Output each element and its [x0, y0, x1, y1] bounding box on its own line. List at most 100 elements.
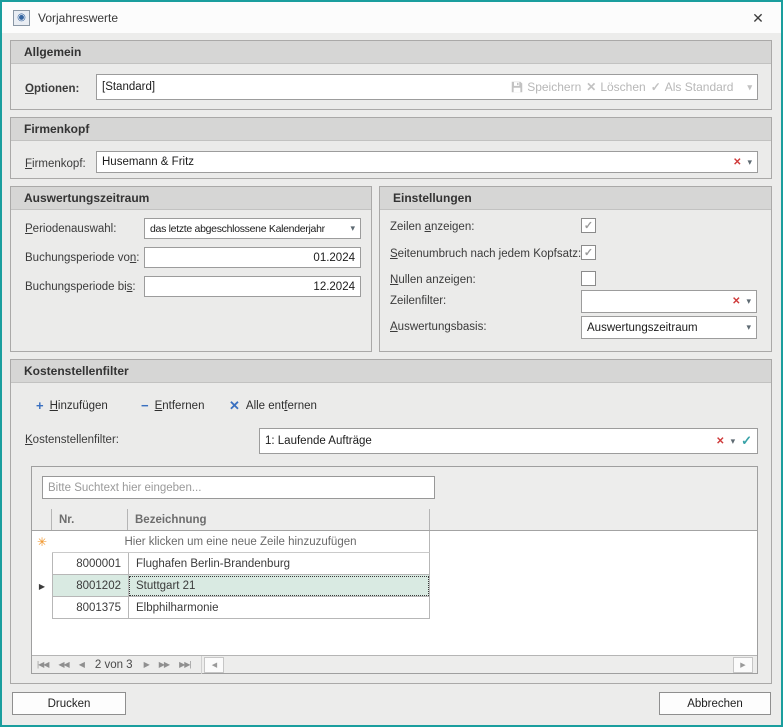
buchungsperiode-bis-value: 12.2024: [313, 280, 355, 293]
clear-x-icon[interactable]: ✕: [732, 296, 740, 307]
pager-prev-page-button[interactable]: ◀◀: [53, 660, 73, 669]
row-bezeichnung[interactable]: Elbphilharmonie: [128, 597, 430, 619]
buchungsperiode-bis-label: Buchungsperiode bis:: [25, 281, 136, 293]
nullen-anzeigen-label: Nullen anzeigen:: [390, 274, 476, 286]
loeschen-button[interactable]: ✕ Löschen: [586, 80, 645, 94]
firmenkopf-combobox[interactable]: Husemann & Fritz ✕ ▾: [96, 151, 758, 173]
kostenstellenfilter-value: 1: Laufende Aufträge: [265, 435, 372, 447]
buchungsperiode-bis-field[interactable]: 12.2024: [144, 276, 361, 297]
entfernen-button[interactable]: − Entfernen: [141, 398, 204, 413]
grid-header-nr[interactable]: Nr.: [52, 509, 128, 530]
optionen-label: Optionen:: [25, 83, 80, 95]
auswertungsbasis-dropdown[interactable]: Auswertungszeitraum ▾: [581, 316, 757, 339]
seitenumbruch-label: Seitenumbruch nach jedem Kopfsatz:: [390, 248, 582, 260]
pager-next-button[interactable]: ▶: [139, 660, 154, 669]
chevron-down-icon[interactable]: ▾: [746, 322, 751, 333]
zeilen-anzeigen-label: Zeilen anzeigen:: [390, 221, 475, 233]
row-indicator: [32, 553, 52, 575]
row-nr[interactable]: 8001375: [52, 597, 128, 619]
periodenauswahl-value: das letzte abgeschlossene Kalenderjahr: [150, 222, 325, 235]
optionen-field[interactable]: [Standard] Speichern ✕ Löschen ✓ Als Sta…: [96, 74, 758, 100]
section-einstellungen: Einstellungen Zeilen anzeigen: ✓ Seitenu…: [379, 186, 772, 352]
dialog-vorjahreswerte: ◉ Vorjahreswerte ✕ Allgemein Optionen: […: [0, 0, 783, 727]
minus-icon: −: [141, 398, 149, 413]
zeilenfilter-combobox[interactable]: ✕ ▾: [581, 290, 757, 313]
optionen-value[interactable]: [Standard]: [102, 81, 511, 93]
row-bezeichnung[interactable]: Flughafen Berlin-Brandenburg: [128, 553, 430, 575]
grid-header-row: Nr. Bezeichnung: [32, 509, 757, 531]
section-allgemein: Allgemein Optionen: [Standard] Speichern…: [10, 40, 772, 110]
als-standard-button[interactable]: ✓ Als Standard: [651, 80, 734, 94]
delete-x-icon: ✕: [586, 80, 597, 94]
close-icon[interactable]: ✕: [749, 9, 767, 27]
auswertungsbasis-label: Auswertungsbasis:: [390, 321, 487, 333]
window-title: Vorjahreswerte: [38, 11, 119, 25]
grid-header-indicator: [32, 509, 52, 530]
alle-entfernen-button[interactable]: ✕ Alle entfernen: [229, 398, 317, 414]
table-row[interactable]: 8001375 Elbphilharmonie: [32, 597, 430, 619]
pager-last-button[interactable]: ▶▶|: [174, 660, 195, 669]
periodenauswahl-label: Periodenauswahl:: [25, 223, 117, 235]
new-row-hint[interactable]: Hier klicken um eine neue Zeile hinzuzuf…: [52, 531, 430, 553]
section-kostenstellenfilter-header: Kostenstellenfilter: [11, 360, 771, 383]
clear-x-icon[interactable]: ✕: [733, 157, 741, 168]
abbrechen-button[interactable]: Abbrechen: [659, 692, 771, 715]
apply-check-icon[interactable]: ✓: [741, 433, 752, 449]
horizontal-scrollbar[interactable]: ◀ ▶: [201, 655, 757, 674]
pager-position: 2 von 3: [94, 658, 133, 671]
clear-x-icon[interactable]: ✕: [716, 436, 724, 447]
chevron-down-icon[interactable]: ▾: [350, 223, 355, 234]
zeilen-anzeigen-checkbox[interactable]: ✓: [581, 218, 596, 233]
buchungsperiode-von-field[interactable]: 01.2024: [144, 247, 361, 268]
section-firmenkopf: Firmenkopf Firmenkopf: Husemann & Fritz …: [10, 117, 772, 179]
section-auswertungszeitraum: Auswertungszeitraum Periodenauswahl: das…: [10, 186, 372, 352]
buchungsperiode-von-label: Buchungsperiode von:: [25, 252, 140, 264]
grid-search-bar: [32, 467, 757, 509]
chevron-down-icon[interactable]: ▾: [747, 157, 752, 168]
section-einstellungen-header: Einstellungen: [380, 187, 771, 210]
buchungsperiode-von-value: 01.2024: [313, 251, 355, 264]
section-kostenstellenfilter: Kostenstellenfilter + Hinzufügen − Entfe…: [10, 359, 772, 684]
chevron-down-icon[interactable]: ▾: [746, 296, 751, 307]
row-nr[interactable]: 8000001: [52, 553, 128, 575]
nullen-anzeigen-checkbox[interactable]: [581, 271, 596, 286]
chevron-down-icon[interactable]: ▾: [747, 82, 752, 93]
hinzufuegen-button[interactable]: + Hinzufügen: [36, 398, 108, 413]
kostenstellen-grid: Nr. Bezeichnung ✳ Hier klicken um eine n…: [31, 466, 758, 674]
table-row-selected[interactable]: ▶ 8001202 Stuttgart 21: [32, 575, 430, 597]
pager-next-page-button[interactable]: ▶▶: [154, 660, 174, 669]
scroll-right-icon[interactable]: ▶: [733, 656, 753, 673]
plus-icon: +: [36, 398, 44, 413]
grid-header-bezeichnung[interactable]: Bezeichnung: [128, 509, 430, 530]
pager-prev-button[interactable]: ◀: [74, 660, 89, 669]
search-input-wrapper: [42, 476, 435, 499]
section-allgemein-header: Allgemein: [11, 41, 771, 64]
title-bar: ◉ Vorjahreswerte ✕: [2, 2, 781, 33]
window-icon: ◉: [13, 10, 30, 26]
search-input[interactable]: [48, 481, 429, 494]
speichern-button[interactable]: Speichern: [511, 80, 581, 94]
table-row[interactable]: 8000001 Flughafen Berlin-Brandenburg: [32, 553, 430, 575]
grid-pager: |◀◀ ◀◀ ◀ 2 von 3 ▶ ▶▶ ▶▶| ◀ ▶: [32, 655, 757, 674]
seitenumbruch-checkbox[interactable]: ✓: [581, 245, 596, 260]
grid-new-row[interactable]: ✳ Hier klicken um eine neue Zeile hinzuz…: [32, 531, 430, 553]
selected-row-arrow-icon: ▶: [38, 581, 46, 591]
kostenstellenfilter-combobox[interactable]: 1: Laufende Aufträge ✕ ▾ ✓: [259, 428, 758, 454]
optionen-toolbar: Speichern ✕ Löschen ✓ Als Standard ▾: [511, 80, 752, 94]
row-bezeichnung[interactable]: Stuttgart 21: [128, 575, 430, 597]
pager-first-button[interactable]: |◀◀: [32, 660, 53, 669]
x-icon: ✕: [229, 398, 240, 413]
auswertungsbasis-value: Auswertungszeitraum: [587, 321, 698, 334]
firmenkopf-label: Firmenkopf:: [25, 158, 86, 170]
scroll-left-icon[interactable]: ◀: [204, 656, 225, 673]
row-nr[interactable]: 8001202: [52, 575, 128, 597]
kostenstellenfilter-label: Kostenstellenfilter:: [25, 434, 119, 446]
periodenauswahl-dropdown[interactable]: das letzte abgeschlossene Kalenderjahr ▾: [144, 218, 361, 239]
check-icon: ✓: [650, 80, 661, 94]
chevron-down-icon[interactable]: ▾: [731, 436, 736, 447]
section-firmenkopf-header: Firmenkopf: [11, 118, 771, 141]
zeilenfilter-label: Zeilenfilter:: [390, 295, 447, 307]
row-indicator: [32, 597, 52, 619]
firmenkopf-value: Husemann & Fritz: [102, 156, 195, 168]
drucken-button[interactable]: Drucken: [12, 692, 126, 715]
